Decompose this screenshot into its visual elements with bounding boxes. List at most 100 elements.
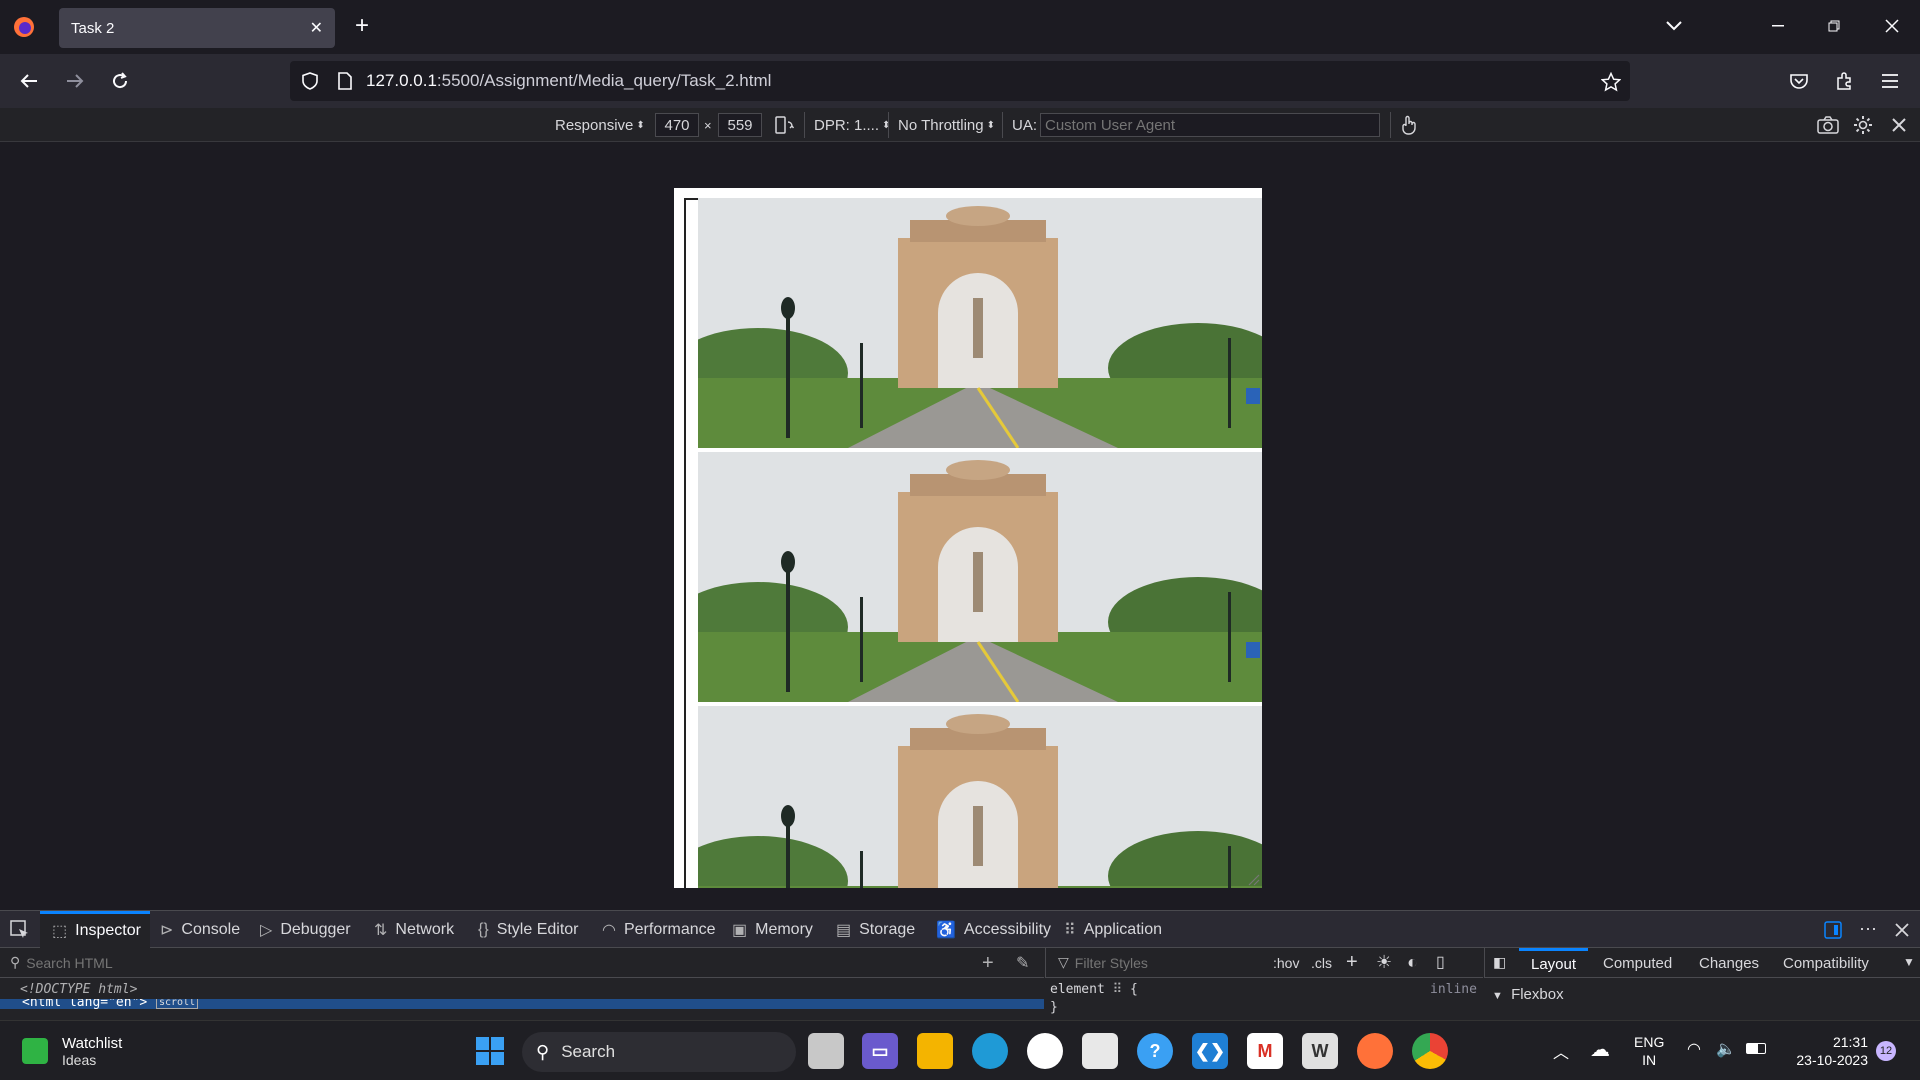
viewport-height-input[interactable]: 559	[718, 113, 762, 137]
bookmark-star-icon[interactable]	[1600, 71, 1622, 93]
shield-icon[interactable]	[300, 71, 320, 91]
gmail-icon[interactable]: M	[1247, 1033, 1283, 1069]
updown-icon: ⬍	[882, 119, 891, 131]
tab-application[interactable]: ⠿ Application	[1064, 911, 1162, 948]
tab-performance[interactable]: ◠ Performance	[602, 911, 716, 948]
add-node-icon[interactable]: +	[982, 952, 994, 975]
task-view-icon[interactable]	[808, 1033, 844, 1069]
settings-gear-icon[interactable]	[1853, 113, 1873, 137]
filter-icon: ▽	[1058, 954, 1069, 970]
hov-toggle[interactable]: :hov	[1273, 955, 1299, 971]
battery-icon[interactable]	[1746, 1043, 1766, 1054]
close-devtools-icon[interactable]	[1895, 911, 1909, 948]
device-selector[interactable]: Responsive ⬍	[555, 113, 645, 137]
search-icon: ⚲	[10, 954, 21, 970]
help-app-icon[interactable]: ?	[1137, 1033, 1173, 1069]
tab-computed[interactable]: Computed	[1603, 955, 1672, 972]
tab-style-editor[interactable]: {} Style Editor	[478, 911, 579, 948]
tab-task-2[interactable]: Task 2 ✕	[59, 8, 335, 48]
firefox-icon[interactable]	[12, 15, 36, 39]
print-media-icon[interactable]: ▯	[1436, 952, 1445, 972]
style-editor-icon: {}	[478, 920, 489, 938]
screenshot-icon[interactable]	[1817, 113, 1839, 137]
rules-filter-bar: ▽ :hov .cls + ☀ ◐ ▯	[1045, 948, 1483, 978]
tab-debugger[interactable]: ▷ Debugger	[260, 911, 351, 948]
clock-time: 21:31	[1832, 1034, 1868, 1050]
filter-styles-input[interactable]	[1074, 954, 1275, 971]
flexbox-section[interactable]: ▼ Flexbox	[1492, 986, 1564, 1003]
wordpress-icon[interactable]: W	[1302, 1033, 1338, 1069]
tab-memory[interactable]: ▣ Memory	[732, 911, 813, 948]
dock-side-icon[interactable]	[1824, 911, 1842, 948]
reload-icon[interactable]	[107, 68, 133, 94]
throttling-selector[interactable]: No Throttling ⬍	[898, 113, 995, 137]
dpr-selector[interactable]: DPR: 1.... ⬍	[814, 113, 890, 137]
microsoft-store-icon[interactable]	[1082, 1033, 1118, 1069]
restore-icon[interactable]	[1822, 14, 1846, 38]
toggle-pane-icon[interactable]: ◧	[1493, 954, 1506, 971]
clock[interactable]: 21:31 23-10-2023	[1782, 1033, 1868, 1069]
element-picker-icon[interactable]	[8, 911, 32, 948]
url-host: 127.0.0.1	[366, 71, 437, 90]
file-explorer-icon[interactable]	[917, 1033, 953, 1069]
tab-accessibility[interactable]: ♿ Accessibility	[936, 911, 1051, 948]
tab-network[interactable]: ⇅ Network	[374, 911, 454, 948]
edge-browser-icon[interactable]	[972, 1033, 1008, 1069]
app-menu-icon[interactable]	[1877, 68, 1903, 94]
performance-icon: ◠	[602, 921, 616, 939]
minimize-icon[interactable]	[1766, 14, 1790, 38]
tab-inspector[interactable]: ⬚ Inspector	[40, 911, 150, 948]
tab-changes[interactable]: Changes	[1699, 955, 1759, 972]
touch-simulation-icon[interactable]	[1400, 113, 1418, 137]
vscode-icon[interactable]: ❮❯	[1192, 1033, 1228, 1069]
resize-handle-icon[interactable]	[1246, 872, 1260, 886]
url-bar[interactable]: 127.0.0.1:5500/Assignment/Media_query/Ta…	[290, 61, 1630, 101]
language-indicator[interactable]: ENG IN	[1634, 1033, 1664, 1069]
sidebar-tabs: ◧ Layout Computed Changes Compatibility …	[1484, 948, 1920, 978]
tab-compatibility[interactable]: Compatibility	[1783, 955, 1869, 972]
responsive-viewport[interactable]	[674, 188, 1262, 888]
cls-toggle[interactable]: .cls	[1311, 955, 1332, 971]
rule-origin[interactable]: inline	[1430, 982, 1477, 997]
viewport-width-input[interactable]: 470	[655, 113, 699, 137]
list-all-tabs-icon[interactable]	[1662, 14, 1686, 38]
rotate-icon[interactable]	[774, 113, 794, 137]
search-html-input[interactable]	[26, 954, 927, 971]
close-rdm-icon[interactable]	[1892, 113, 1906, 137]
teams-chat-icon[interactable]: ▭	[862, 1033, 898, 1069]
chrome-icon[interactable]	[1412, 1033, 1448, 1069]
github-icon[interactable]	[1027, 1033, 1063, 1069]
start-windows-icon[interactable]	[472, 1033, 508, 1069]
back-icon[interactable]	[16, 68, 42, 94]
light-scheme-icon[interactable]: ☀	[1376, 952, 1392, 973]
markup-doctype[interactable]: <!DOCTYPE html>	[20, 982, 137, 997]
widget-title: Watchlist	[62, 1034, 123, 1052]
show-hidden-icons-chevron-icon[interactable]: ︿	[1553, 1039, 1569, 1063]
watchlist-widget[interactable]: Watchlist Ideas	[22, 1029, 122, 1073]
taskbar-search[interactable]: ⚲ Search	[522, 1032, 796, 1072]
wifi-icon[interactable]: ◠	[1687, 1039, 1701, 1059]
tab-storage[interactable]: ▤ Storage	[836, 911, 915, 948]
notification-badge[interactable]: 12	[1876, 1041, 1896, 1061]
markup-selected-row[interactable]: <html lang="en"> scroll	[0, 999, 1044, 1009]
new-tab-button[interactable]: +	[348, 12, 376, 40]
add-rule-icon[interactable]: +	[1346, 951, 1358, 974]
tab-console-label: Console	[181, 920, 241, 938]
tab-close-icon[interactable]: ✕	[310, 18, 323, 38]
markup-html-tag: <html lang="en">	[22, 999, 148, 1009]
tab-console[interactable]: ⊳ Console	[160, 911, 240, 948]
forward-icon[interactable]	[62, 68, 88, 94]
user-agent-input[interactable]	[1040, 113, 1380, 137]
extensions-icon[interactable]	[1831, 68, 1857, 94]
more-tabs-icon[interactable]: ▼	[1903, 955, 1915, 969]
close-window-icon[interactable]	[1880, 14, 1904, 38]
more-options-icon[interactable]: ⋯	[1859, 911, 1877, 948]
firefox-taskbar-icon[interactable]	[1357, 1033, 1393, 1069]
dark-scheme-icon[interactable]: ◐	[1407, 952, 1418, 973]
onedrive-cloud-icon[interactable]: ☁	[1590, 1037, 1610, 1062]
volume-icon[interactable]: 🔈	[1716, 1039, 1736, 1059]
pocket-icon[interactable]	[1786, 68, 1812, 94]
tab-layout[interactable]: Layout	[1519, 948, 1589, 978]
eyedropper-icon[interactable]: ✎	[1016, 953, 1029, 973]
inspector-icon: ⬚	[52, 923, 68, 940]
